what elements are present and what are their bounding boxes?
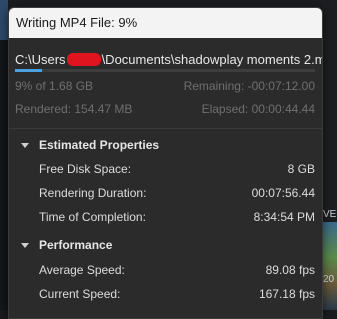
property-row: Current Speed: 167.18 fps xyxy=(39,287,315,301)
property-value: 8:34:54 PM xyxy=(253,210,315,224)
property-row: Average Speed: 89.08 fps xyxy=(39,263,315,277)
chevron-down-icon xyxy=(21,242,29,248)
property-value: 8 GB xyxy=(287,162,315,176)
background-video-thumbnail xyxy=(321,222,337,310)
divider xyxy=(9,128,322,129)
render-stats-row: Rendered: 154.47 MB Elapsed: 00:00:44.44 xyxy=(15,102,315,116)
property-label: Current Speed: xyxy=(39,287,121,301)
background-app-panel xyxy=(0,0,8,310)
progress-amount: 9% of 1.68 GB xyxy=(15,79,94,93)
path-suffix: \Documents\shadowplay moments 2.mp4 xyxy=(101,52,323,67)
background-label-ve: VE xyxy=(323,209,337,220)
output-file-path: C:\Users \Documents\shadowplay moments 2.… xyxy=(15,52,323,67)
dialog-title: Writing MP4 File: 9% xyxy=(9,8,322,38)
redaction-mark xyxy=(66,53,101,66)
section-title: Estimated Properties xyxy=(39,138,160,152)
performance-header[interactable]: Performance xyxy=(21,238,112,252)
property-label: Free Disk Space: xyxy=(39,162,132,176)
section-title: Performance xyxy=(39,238,113,252)
property-row: Time of Completion: 8:34:54 PM xyxy=(39,210,315,224)
estimated-properties-header[interactable]: Estimated Properties xyxy=(21,138,159,152)
property-label: Rendering Duration: xyxy=(39,186,147,200)
time-elapsed: Elapsed: 00:00:44.44 xyxy=(201,102,315,116)
property-value: 89.08 fps xyxy=(265,263,315,277)
rendered-size: Rendered: 154.47 MB xyxy=(15,102,133,116)
property-label: Average Speed: xyxy=(39,263,125,277)
property-value: 00:07:56.44 xyxy=(251,186,315,200)
progress-info-row: 9% of 1.68 GB Remaining: -00:07:12.00 xyxy=(15,79,315,93)
time-remaining: Remaining: -00:07:12.00 xyxy=(183,79,315,93)
background-thumbnail xyxy=(0,0,8,40)
background-label-20: 20 xyxy=(323,274,335,285)
property-label: Time of Completion: xyxy=(39,210,146,224)
path-prefix: C:\Users xyxy=(15,52,66,67)
progress-bar xyxy=(15,69,315,72)
progress-bar-fill xyxy=(15,69,42,72)
property-row: Rendering Duration: 00:07:56.44 xyxy=(39,186,315,200)
background-app-panel-right xyxy=(321,0,337,222)
chevron-down-icon xyxy=(21,142,29,148)
property-row: Free Disk Space: 8 GB xyxy=(39,162,315,176)
render-progress-dialog: Writing MP4 File: 9% C:\Users \Documents\… xyxy=(8,7,323,319)
property-value: 167.18 fps xyxy=(258,287,315,301)
